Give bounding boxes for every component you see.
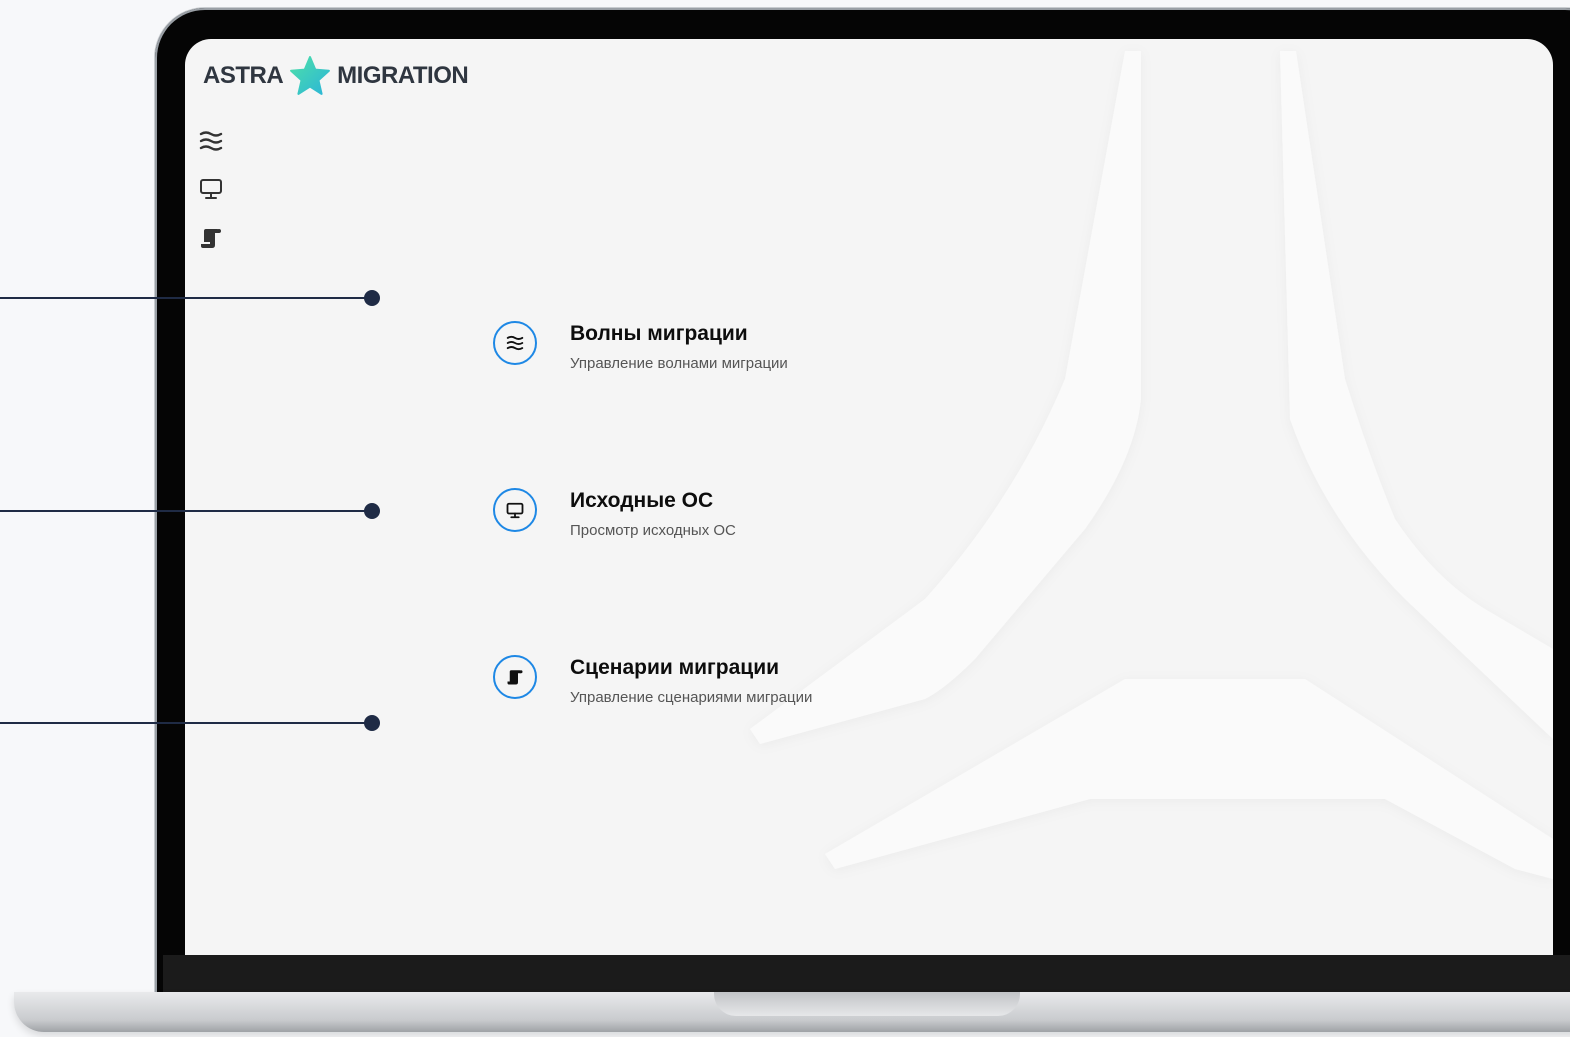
menu-title: Исходные ОС xyxy=(570,489,714,512)
laptop-chin xyxy=(163,955,1570,995)
callout-dot-3 xyxy=(364,715,380,731)
menu-item-source-os[interactable]: Исходные ОС Просмотр исходных ОС xyxy=(493,488,736,539)
callout-dot-1 xyxy=(364,290,380,306)
menu-icon-circle xyxy=(493,321,537,365)
star-icon xyxy=(290,56,331,95)
callout-line-2 xyxy=(0,510,372,512)
sidebar-item-monitor[interactable] xyxy=(197,175,225,203)
scroll-icon xyxy=(507,670,523,685)
menu-title: Волны миграции xyxy=(570,322,748,345)
stage: ASTRA MIGRATION Волны миграции Управлени… xyxy=(0,0,1570,1037)
background-logo-shape xyxy=(750,51,1553,879)
scroll-icon xyxy=(201,229,221,248)
menu-item-migration-scenarios[interactable]: Сценарии миграции Управление сценариями … xyxy=(493,655,812,706)
menu-subtitle: Просмотр исходных ОС xyxy=(570,522,736,539)
app-logo[interactable]: ASTRA MIGRATION xyxy=(203,55,469,97)
menu-icon-circle xyxy=(493,488,537,532)
monitor-icon xyxy=(200,179,222,199)
menu-icon-circle xyxy=(493,655,537,699)
waves-icon xyxy=(506,335,524,351)
sidebar-item-scroll[interactable] xyxy=(197,224,225,252)
menu-subtitle: Управление волнами миграции xyxy=(570,355,788,372)
menu-title: Сценарии миграции xyxy=(570,656,780,679)
menu-subtitle: Управление сценариями миграции xyxy=(570,689,813,706)
app-screen: ASTRA MIGRATION Волны миграции Управлени… xyxy=(185,39,1553,955)
callout-dot-2 xyxy=(364,503,380,519)
callout-line-3 xyxy=(0,722,372,724)
logo-text-left: ASTRA xyxy=(203,62,284,89)
laptop-notch xyxy=(714,992,1020,1016)
logo-text-right: MIGRATION xyxy=(337,62,469,89)
monitor-icon xyxy=(506,502,524,518)
menu-item-migration-waves[interactable]: Волны миграции Управление волнами миграц… xyxy=(493,321,788,372)
callout-line-1 xyxy=(0,297,372,299)
waves-icon xyxy=(199,131,223,151)
sidebar-item-waves[interactable] xyxy=(197,127,225,155)
